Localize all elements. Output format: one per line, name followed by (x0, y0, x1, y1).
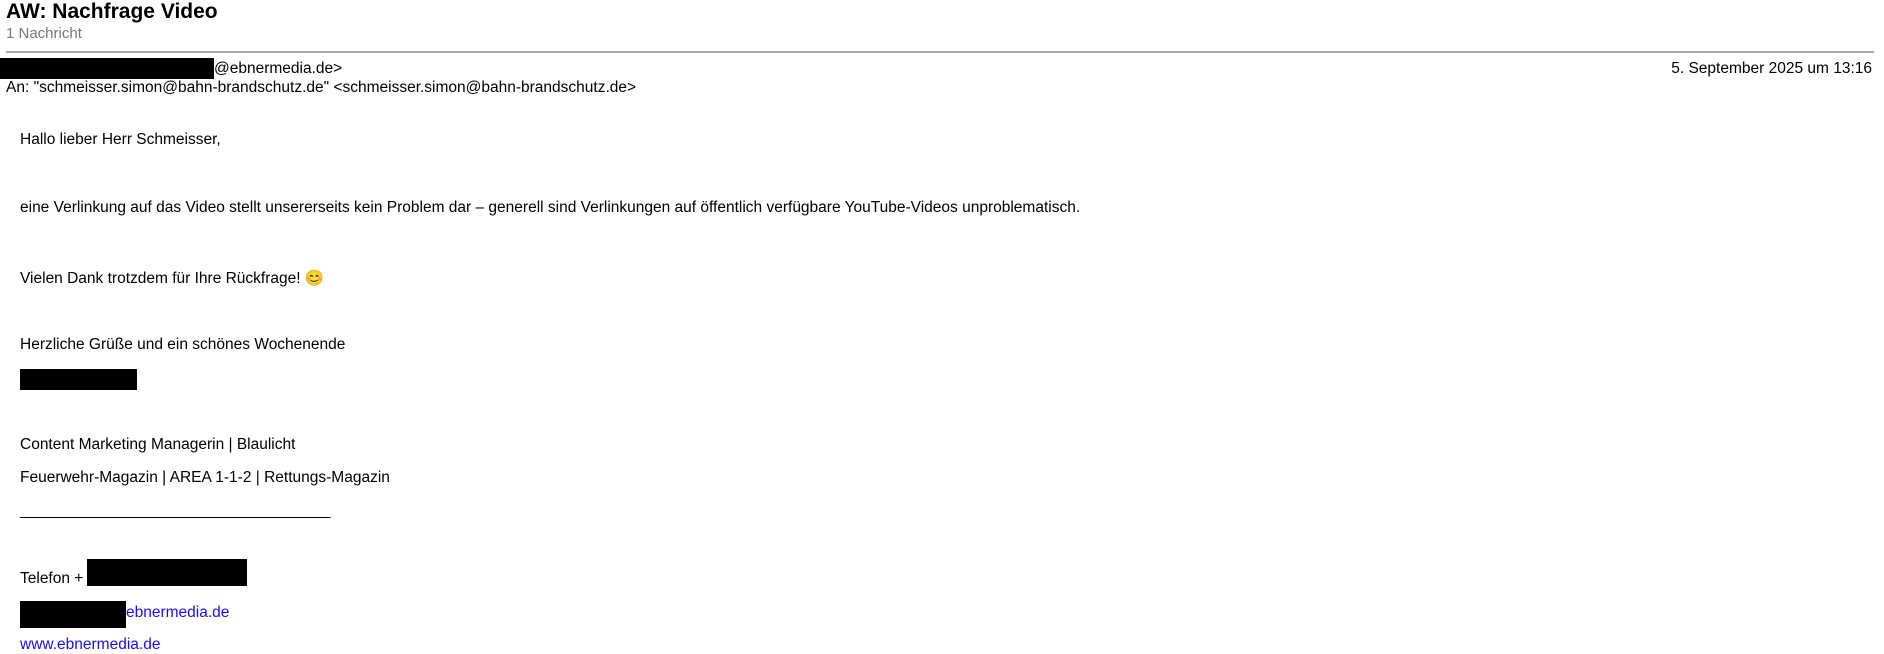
sender-email: @ebnermedia.de> (214, 60, 343, 77)
body-paragraph-1: eine Verlinkung auf das Video stellt uns… (20, 199, 1081, 216)
email-subject: AW: Nachfrage Video (6, 0, 218, 23)
greeting: Hallo lieber Herr Schmeisser, (20, 131, 221, 148)
body-paragraph-2: Vielen Dank trotzdem für Ihre Rückfrage!… (20, 270, 325, 287)
signature-email-link[interactable]: ebnermedia.de (126, 604, 229, 622)
redacted-email-user (20, 601, 126, 628)
redacted-phone (87, 559, 247, 586)
redacted-signature-name (20, 369, 137, 390)
message-count: 1 Nachricht (6, 25, 82, 42)
redacted-sender-name (0, 58, 214, 79)
email-date: 5. September 2025 um 13:16 (1671, 60, 1872, 77)
header-divider (6, 51, 1874, 53)
signature-role: Content Marketing Managerin | Blaulicht (20, 436, 296, 453)
website-link[interactable]: www.ebnermedia.de (20, 636, 160, 654)
signature-phone: Telefon + (20, 570, 84, 587)
signature-separator: ____________________________________ (20, 502, 331, 519)
closing: Herzliche Grüße und ein schönes Wochenen… (20, 336, 346, 353)
recipient-line: An: "schmeisser.simon@bahn-brandschutz.d… (6, 79, 637, 96)
signature-brands: Feuerwehr-Magazin | AREA 1-1-2 | Rettung… (20, 469, 390, 486)
